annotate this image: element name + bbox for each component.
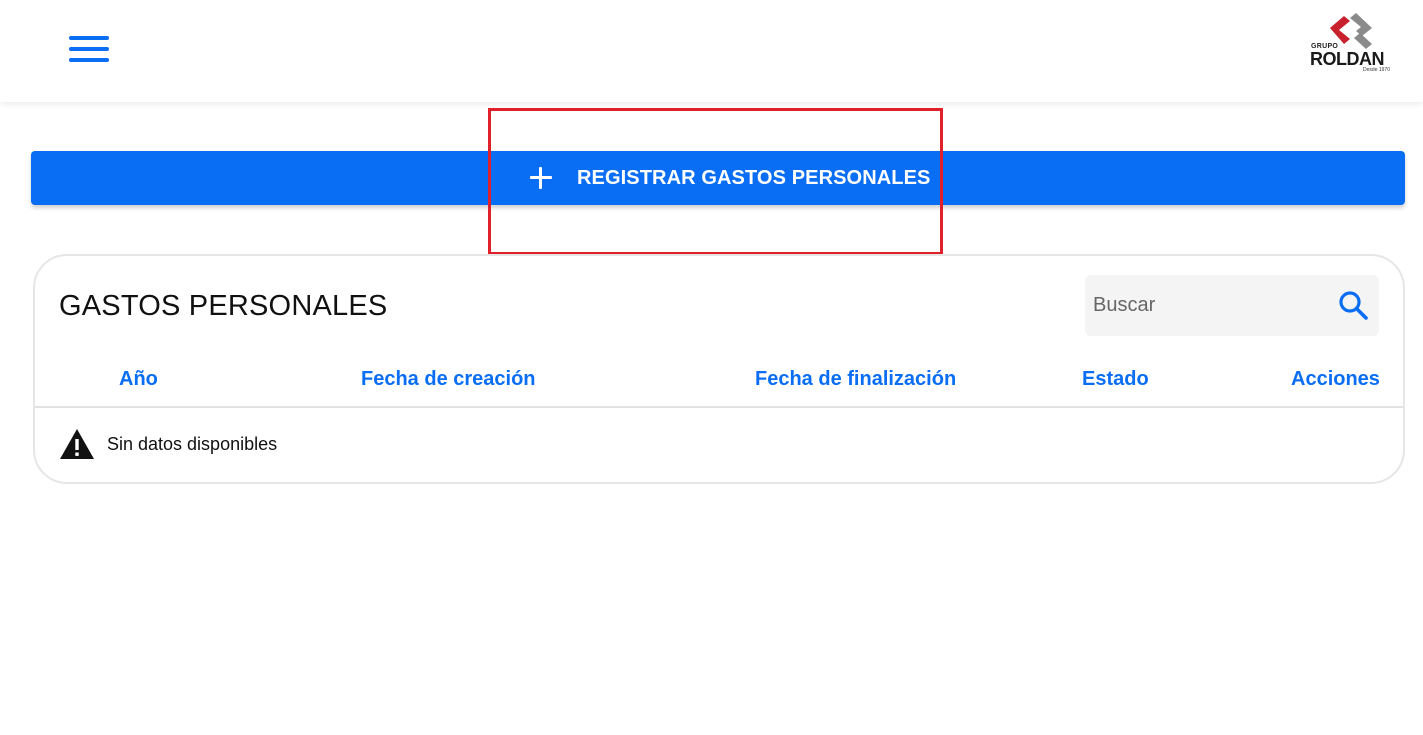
column-header-status[interactable]: Estado	[1082, 368, 1149, 391]
annotation-highlight-box	[488, 108, 943, 255]
search-input[interactable]	[1093, 289, 1323, 321]
column-header-actions: Acciones	[1291, 368, 1380, 390]
grupo-roldan-logo: GRUPO ROLDAN Desde 1970	[1306, 12, 1394, 74]
empty-state-row: Sin datos disponibles	[59, 428, 459, 462]
column-header-created-date[interactable]: Fecha de creación	[361, 368, 536, 391]
empty-state-message: Sin datos disponibles	[107, 434, 278, 454]
logo-since-text: Desde 1970	[1363, 67, 1390, 73]
search-field[interactable]	[1085, 275, 1379, 336]
warning-icon	[60, 429, 94, 459]
column-header-end-date[interactable]: Fecha de finalización	[755, 368, 956, 391]
table-title: GASTOS PERSONALES	[59, 290, 388, 322]
top-app-bar: GRUPO ROLDAN Desde 1970	[0, 0, 1423, 102]
expenses-table-card: GASTOS PERSONALES Año Fecha de creación …	[33, 254, 1405, 484]
hamburger-menu-icon[interactable]	[62, 30, 116, 70]
table-header-divider	[35, 406, 1403, 408]
column-header-year[interactable]: Año	[119, 368, 158, 391]
search-icon[interactable]	[1337, 289, 1369, 321]
